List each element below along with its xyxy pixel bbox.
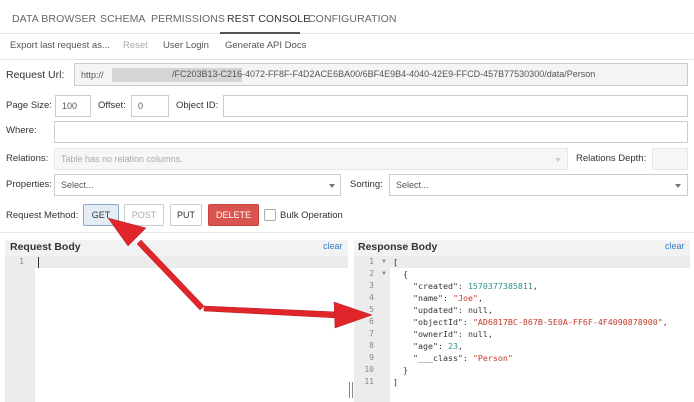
arrow-to-response-body-icon [203,301,373,329]
annotation-arrows [107,217,373,329]
arrow-to-get-button-icon [107,217,205,311]
